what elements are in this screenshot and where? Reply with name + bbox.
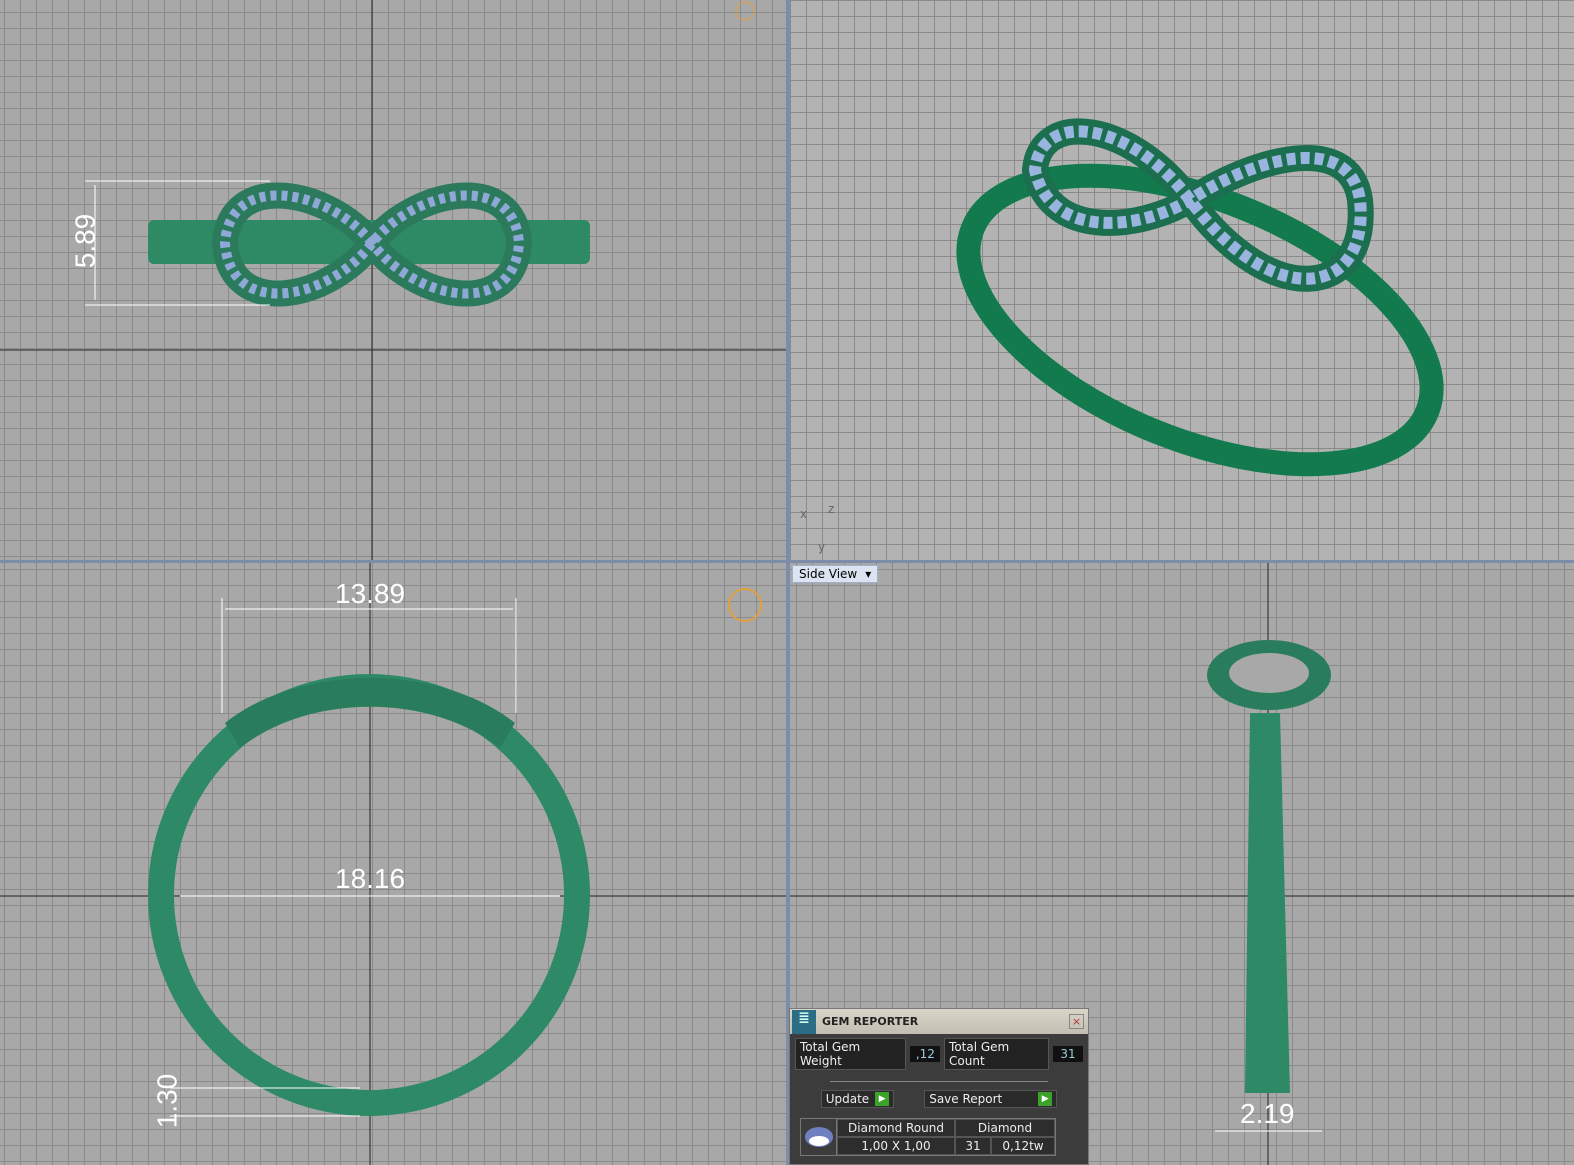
total-weight-value: ,12 <box>909 1046 941 1062</box>
axis-y-label: y <box>818 540 826 554</box>
height-dimension: 5.89 <box>69 213 101 269</box>
ring-perspective-view <box>956 118 1444 477</box>
update-button[interactable]: Update ▶ <box>820 1090 895 1108</box>
side-width-dimension: 2.19 <box>1240 1098 1295 1129</box>
total-count-label: Total Gem Count <box>944 1038 1049 1070</box>
diameter-dimension: 18.16 <box>335 863 406 894</box>
gem-row[interactable]: Diamond Round Diamond 1,00 X 1,00 31 0,1… <box>800 1118 1056 1156</box>
close-icon[interactable]: × <box>1069 1014 1084 1029</box>
axis-z-label: z <box>828 502 835 516</box>
gem-count: 31 <box>955 1137 991 1155</box>
collapse-divider[interactable] <box>830 1074 1048 1082</box>
ring-top-view <box>0 0 786 560</box>
axis-x-label: x <box>800 507 808 521</box>
viewport-top[interactable]: 5.89 <box>0 0 786 560</box>
total-count-value: 31 <box>1053 1046 1083 1062</box>
gem-name: Diamond Round <box>837 1119 955 1137</box>
total-weight-label: Total Gem Weight <box>795 1038 906 1070</box>
play-icon: ▶ <box>1038 1092 1053 1106</box>
gem-weight: 0,12tw <box>991 1137 1055 1155</box>
viewport-front[interactable]: 13.89 18.16 1.30 <box>0 563 786 1165</box>
gem-size: 1,00 X 1,00 <box>837 1137 955 1155</box>
update-label: Update <box>825 1092 870 1106</box>
panel-title: GEM REPORTER <box>822 1015 919 1028</box>
chevron-down-icon: ▾ <box>865 567 872 581</box>
save-report-button[interactable]: Save Report ▶ <box>924 1090 1058 1108</box>
view-label: Side View <box>799 567 858 581</box>
play-icon: ▶ <box>875 1092 890 1106</box>
view-selector[interactable]: Side View ▾ <box>792 565 879 583</box>
viewport-perspective[interactable]: x z y <box>790 0 1574 560</box>
save-report-label: Save Report <box>929 1092 1003 1106</box>
gem-material: Diamond <box>955 1119 1055 1137</box>
thickness-dimension: 1.30 <box>151 1073 183 1129</box>
gem-reporter-icon: ≣ <box>792 1009 816 1034</box>
gem-thumbnail-icon <box>801 1119 837 1155</box>
gem-reporter-panel: ≣ GEM REPORTER × Total Gem Weight ,12 Total… <box>789 1008 1089 1165</box>
width-dimension: 13.89 <box>335 578 406 609</box>
